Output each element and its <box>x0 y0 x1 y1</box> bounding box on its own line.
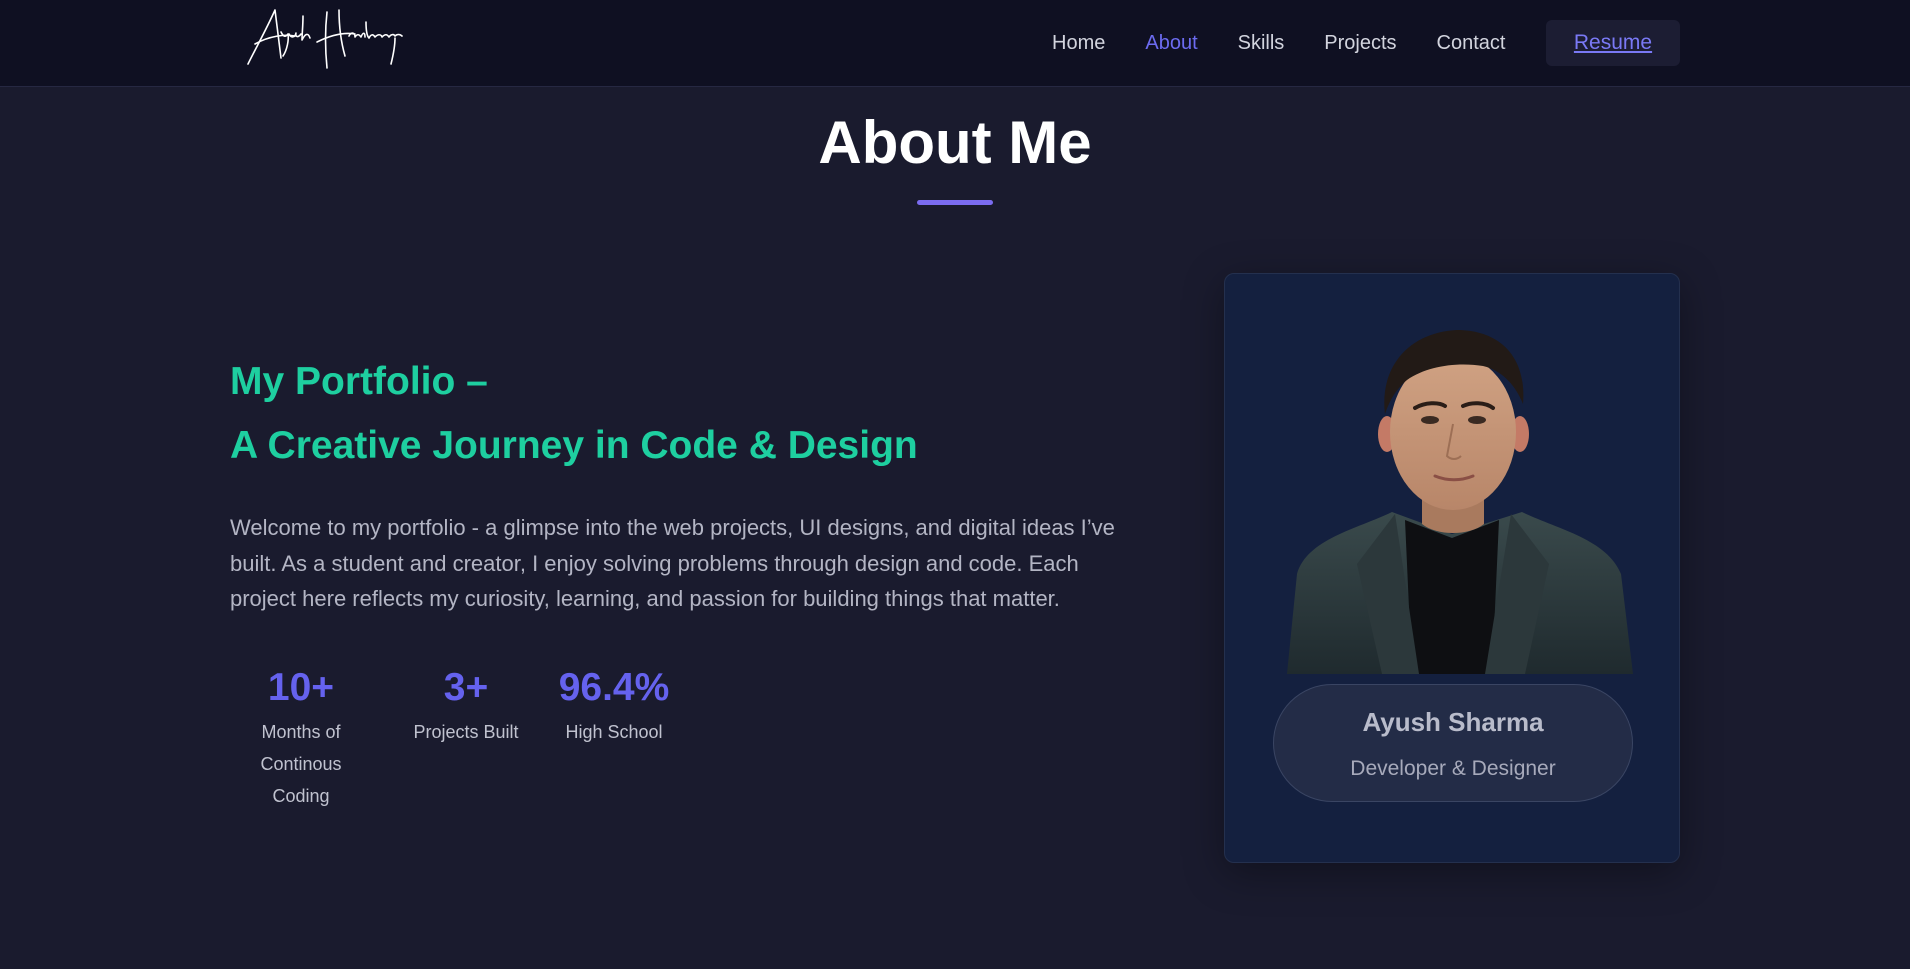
profile-name: Ayush Sharma <box>1362 707 1544 737</box>
stat-value: 96.4% <box>558 666 670 709</box>
navbar: Home About Skills Projects Contact Resum… <box>0 0 1910 87</box>
portfolio-heading-line1: My Portfolio – <box>230 360 488 403</box>
stat-label: Projects Built <box>413 722 519 742</box>
stat-value: 3+ <box>443 666 489 709</box>
nav-link-home[interactable]: Home <box>1052 32 1105 55</box>
section-title: About Me <box>818 109 1092 176</box>
resume-button[interactable]: Resume <box>1546 20 1680 66</box>
portfolio-heading-line2: A Creative Journey in Code & Design <box>230 424 918 467</box>
profile-card: Ayush Sharma Developer & Designer <box>1224 273 1680 863</box>
profile-name-card: Ayush Sharma Developer & Designer <box>1273 684 1633 802</box>
stat-label: Months of Continous Coding <box>230 716 372 812</box>
profile-photo <box>1287 324 1633 674</box>
nav-link-skills[interactable]: Skills <box>1238 32 1285 55</box>
nav-link-about[interactable]: About <box>1145 32 1197 55</box>
nav-links: Home About Skills Projects Contact <box>1052 0 1545 87</box>
stat-label: High School <box>565 722 663 742</box>
stat-value: 10+ <box>267 666 335 709</box>
stat-label-line1: Months of <box>261 722 341 742</box>
nav-link-contact[interactable]: Contact <box>1437 32 1506 55</box>
stat-months-coding: 10+ Months of Continous Coding <box>230 662 372 812</box>
title-underline <box>917 200 993 205</box>
nav-link-projects[interactable]: Projects <box>1324 32 1396 55</box>
stat-projects-built: 3+ Projects Built <box>408 662 524 748</box>
stat-high-school: 96.4% High School <box>554 662 674 748</box>
intro-paragraph: Welcome to my portfolio - a glimpse into… <box>230 515 1115 611</box>
profile-role: Developer & Designer <box>1350 757 1556 780</box>
stat-label-line2: Continous Coding <box>260 754 342 806</box>
signature-logo[interactable] <box>245 6 410 72</box>
